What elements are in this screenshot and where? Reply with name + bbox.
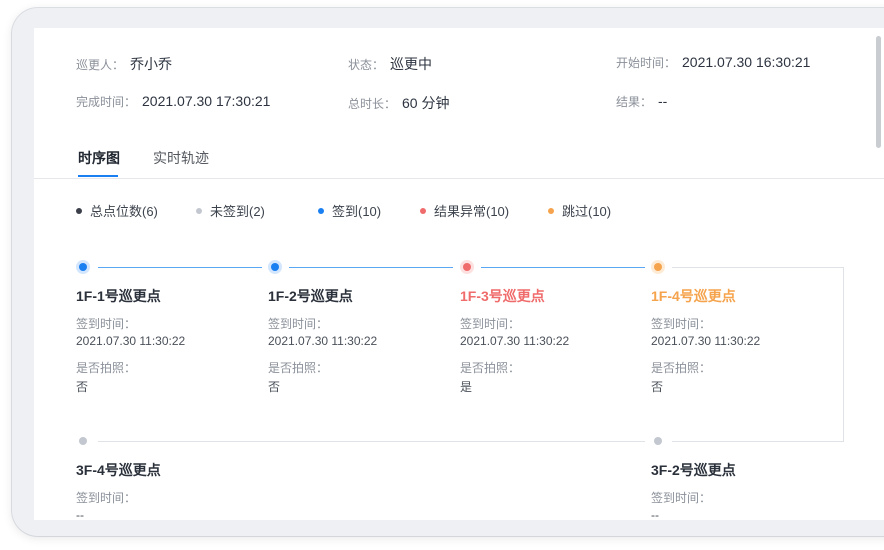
- info-finish-time: 完成时间： 2021.07.30 17:30:21: [76, 93, 270, 110]
- tab-timeline[interactable]: 时序图: [78, 148, 120, 168]
- point-title[interactable]: 3F-4号巡更点: [76, 460, 161, 480]
- photo-value: 是: [460, 380, 473, 394]
- connector-turn-5: [672, 441, 844, 442]
- legend-unsigned-dot: [196, 207, 202, 214]
- legend-abnormal: 结果异常(10): [420, 201, 509, 220]
- point-title[interactable]: 1F-4号巡更点: [651, 286, 736, 306]
- sign-time-value: 2021.07.30 11:30:22: [268, 334, 378, 348]
- sign-time-value: 2021.07.30 11:30:22: [460, 334, 570, 348]
- point-title[interactable]: 1F-3号巡更点: [460, 286, 545, 306]
- status-label: 状态：: [348, 58, 385, 72]
- photo-value: 否: [268, 380, 281, 394]
- patrol-detail-panel: 巡更人： 乔小乔 状态： 巡更中 开始时间： 2021.07.30 16:30:…: [34, 28, 884, 520]
- photo-label: 是否拍照：: [460, 361, 521, 375]
- legend-signed-dot: [318, 207, 324, 214]
- node-1f-2: [268, 260, 282, 274]
- legend-signed-label: 签到(10): [332, 204, 382, 219]
- sign-time-value: --: [651, 508, 659, 520]
- legend-unsigned-label: 未签到(2): [210, 204, 265, 219]
- sign-time-label: 签到时间：: [76, 317, 137, 331]
- legend-skipped-label: 跳过(10): [562, 204, 612, 219]
- tab-bar: 时序图 实时轨迹: [34, 132, 884, 179]
- info-patroller: 巡更人： 乔小乔: [76, 54, 172, 74]
- legend-total: 总点位数(6): [76, 201, 158, 220]
- active-tab-indicator: [78, 175, 118, 177]
- connector-1-2: [98, 267, 262, 268]
- node-3f-2: [651, 434, 665, 448]
- legend-total-label: 总点位数(6): [90, 204, 158, 219]
- legend-skipped: 跳过(10): [548, 201, 611, 220]
- sign-time-label: 签到时间：: [460, 317, 521, 331]
- point-title[interactable]: 1F-2号巡更点: [268, 286, 353, 306]
- legend-signed: 签到(10): [318, 201, 381, 220]
- info-status: 状态： 巡更中: [348, 54, 432, 74]
- status-value: 巡更中: [390, 56, 433, 72]
- legend-abnormal-label: 结果异常(10): [434, 204, 510, 219]
- result-value: --: [658, 93, 668, 109]
- patroller-label: 巡更人：: [76, 58, 125, 72]
- point-title[interactable]: 1F-1号巡更点: [76, 286, 161, 306]
- legend-unsigned: 未签到(2): [196, 201, 265, 220]
- node-1f-4: [651, 260, 665, 274]
- node-3f-4: [76, 434, 90, 448]
- photo-label: 是否拍照：: [651, 361, 712, 375]
- info-start-time: 开始时间： 2021.07.30 16:30:21: [616, 54, 810, 71]
- sign-time-label: 签到时间：: [651, 317, 712, 331]
- duration-label: 总时长：: [348, 97, 397, 111]
- tab-realtime-track[interactable]: 实时轨迹: [153, 148, 209, 168]
- result-label: 结果：: [616, 95, 653, 109]
- duration-value: 60 分钟: [402, 95, 450, 111]
- info-result: 结果： --: [616, 93, 667, 110]
- sign-time-label: 签到时间：: [651, 491, 712, 505]
- finish-time-value: 2021.07.30 17:30:21: [142, 93, 271, 109]
- legend-total-dot: [76, 207, 82, 214]
- sign-time-value: --: [76, 508, 84, 520]
- photo-label: 是否拍照：: [76, 361, 137, 375]
- connector-5-6: [98, 441, 645, 442]
- photo-value: 否: [76, 380, 89, 394]
- patroller-value: 乔小乔: [130, 56, 173, 72]
- finish-time-label: 完成时间：: [76, 95, 137, 109]
- start-time-value: 2021.07.30 16:30:21: [682, 54, 811, 70]
- legend-skipped-dot: [548, 207, 554, 214]
- sign-time-value: 2021.07.30 11:30:22: [651, 334, 761, 348]
- point-title[interactable]: 3F-2号巡更点: [651, 460, 736, 480]
- photo-value: 否: [651, 380, 664, 394]
- info-duration: 总时长： 60 分钟: [348, 93, 449, 113]
- sign-time-label: 签到时间：: [268, 317, 329, 331]
- connector-3-4: [481, 267, 645, 268]
- connector-turn-down: [843, 267, 844, 441]
- connector-4-turn: [672, 267, 844, 268]
- node-1f-3: [460, 260, 474, 274]
- connector-2-3: [289, 267, 453, 268]
- legend-abnormal-dot: [420, 207, 426, 214]
- sign-time-label: 签到时间：: [76, 491, 137, 505]
- start-time-label: 开始时间：: [616, 56, 677, 70]
- sign-time-value: 2021.07.30 11:30:22: [76, 334, 186, 348]
- node-1f-1: [76, 260, 90, 274]
- photo-label: 是否拍照：: [268, 361, 329, 375]
